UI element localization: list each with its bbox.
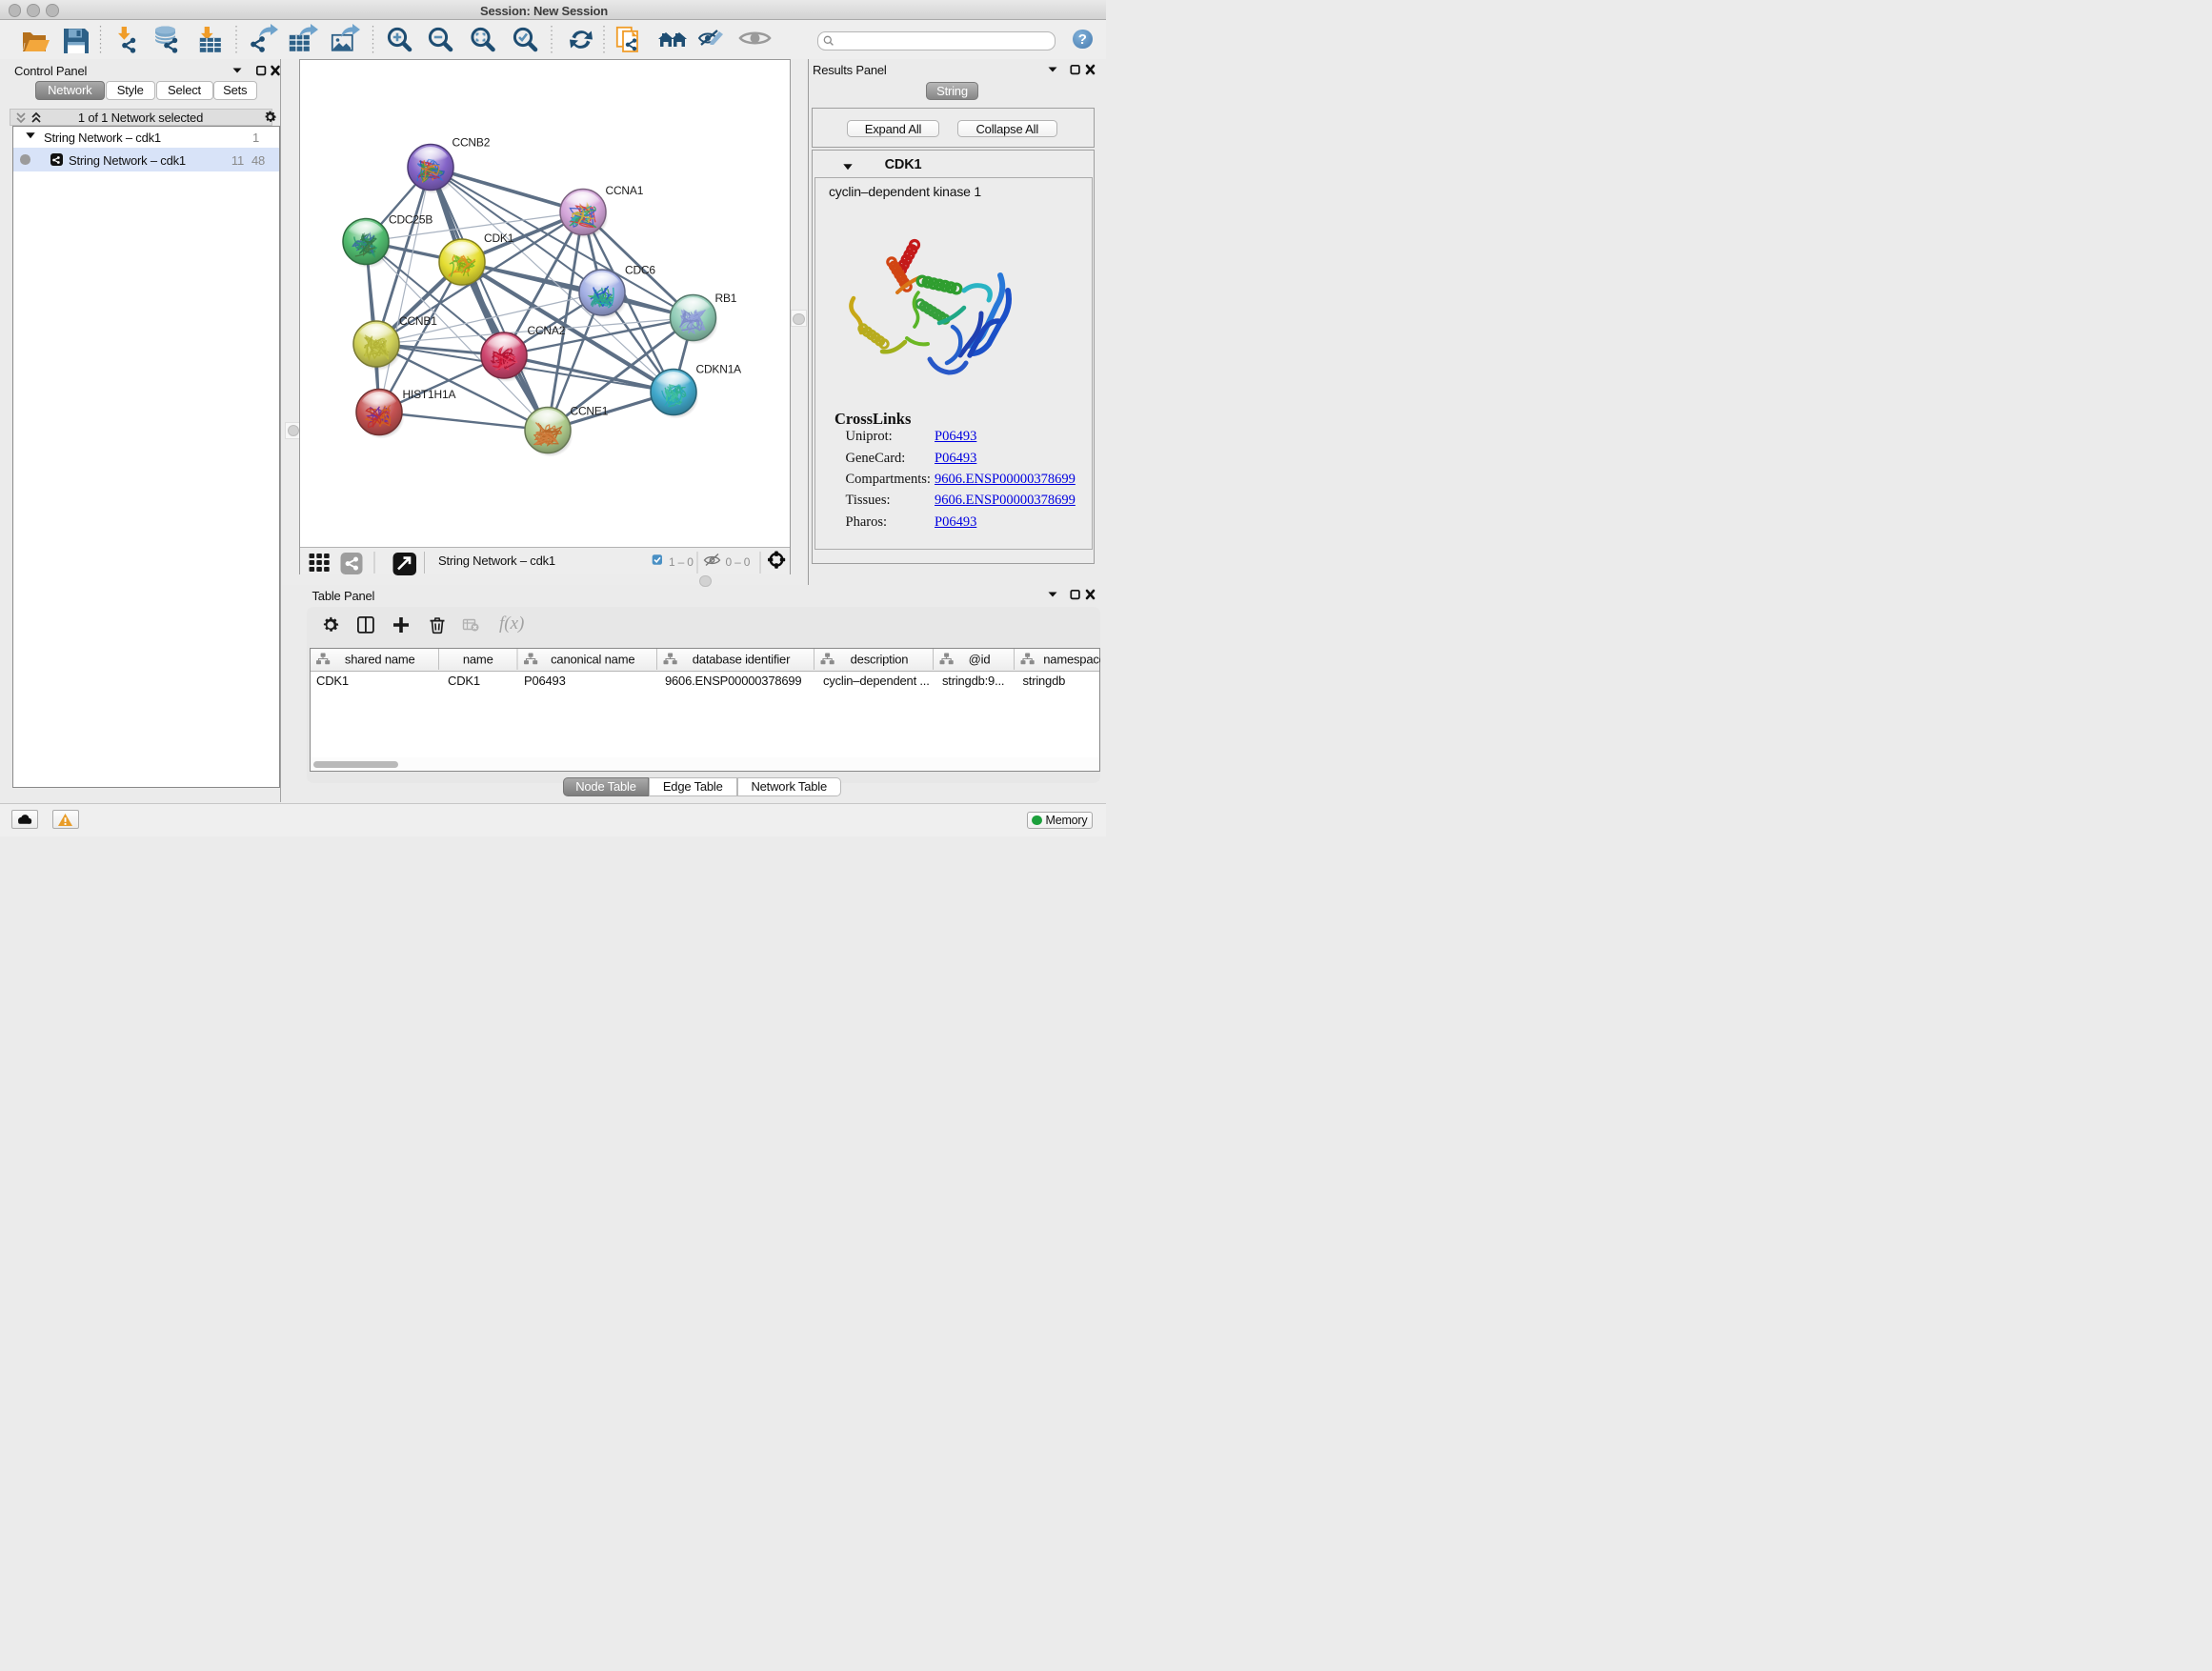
svg-text:namespace: namespace [1043,653,1100,667]
svg-text:shared name: shared name [344,653,414,667]
svg-text:RB1: RB1 [715,292,737,305]
svg-text:CDC6: CDC6 [625,264,655,277]
svg-text:name: name [462,653,493,667]
svg-text:database identifier: database identifier [692,653,790,667]
svg-text:CDC25B: CDC25B [389,213,432,227]
svg-text:CCNB2: CCNB2 [452,136,491,150]
svg-text:CDK1: CDK1 [484,232,514,245]
svg-text:description: description [850,653,908,667]
svg-text:CCNB1: CCNB1 [399,314,437,328]
svg-text:canonical name: canonical name [551,653,634,667]
svg-text:CDKN1A: CDKN1A [696,363,742,376]
svg-text:HIST1H1A: HIST1H1A [403,388,456,401]
svg-text:CCNA1: CCNA1 [606,184,644,197]
svg-text:CCNA2: CCNA2 [528,324,566,337]
svg-text:@id: @id [968,653,990,667]
svg-text:CCNE1: CCNE1 [571,405,609,418]
